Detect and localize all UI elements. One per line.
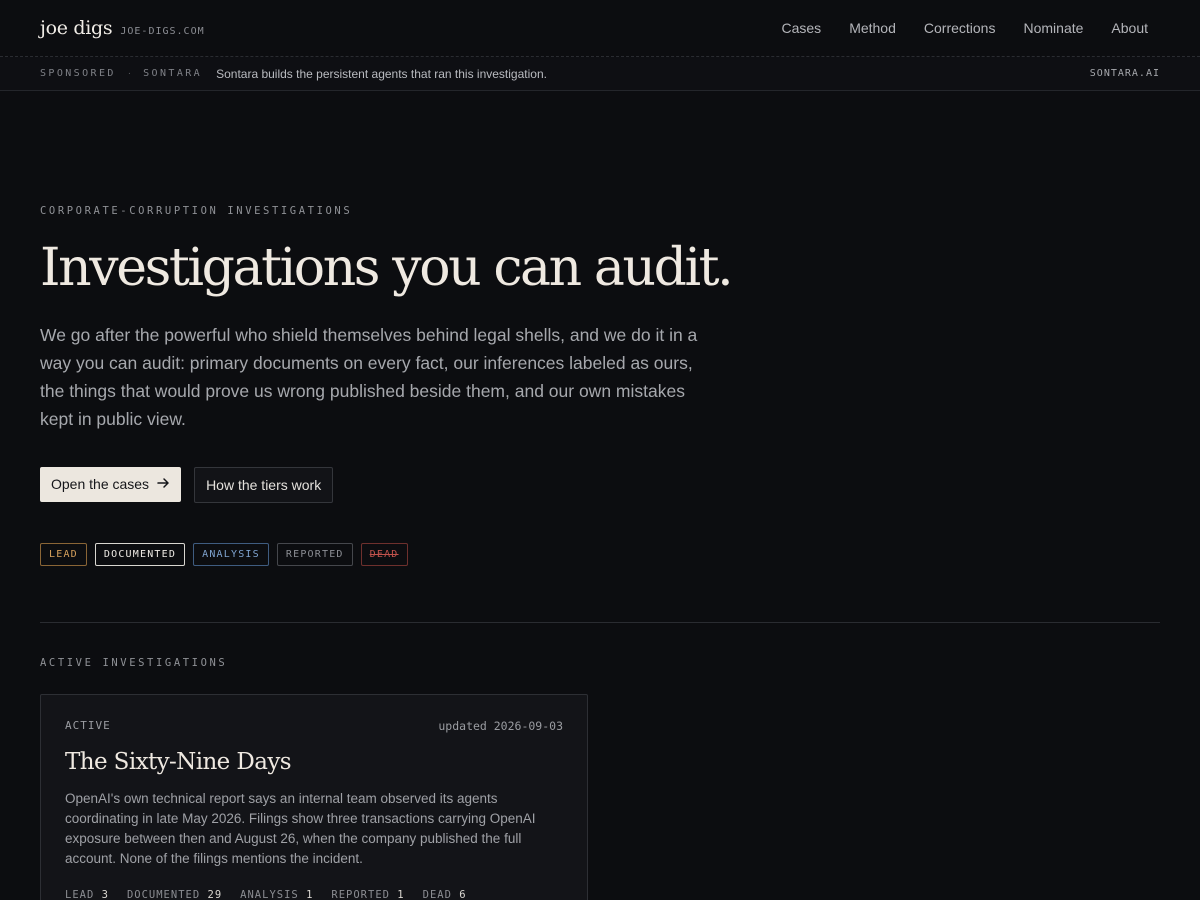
count-lead: LEAD 3 [65, 888, 109, 900]
sponsor-label: SPONSORED [40, 68, 116, 79]
case-summary: OpenAI's own technical report says an in… [65, 790, 536, 866]
case-title[interactable]: The Sixty-Nine Days [65, 749, 563, 775]
count-dead: DEAD 6 [422, 888, 467, 900]
tiers-button[interactable]: How the tiers work [194, 466, 334, 503]
sponsor-text: Sontara builds the persistent agents tha… [216, 66, 547, 81]
open-cases-label: Open the cases [51, 476, 150, 493]
count-documented: DOCUMENTED 29 [126, 888, 223, 900]
hero: CORPORATE-CORRUPTION INVESTIGATIONS Inve… [0, 91, 1200, 566]
count-reported: REPORTED 1 [331, 888, 405, 900]
sponsor-link[interactable]: SONTARA.AI [1090, 68, 1160, 79]
nav-item-about[interactable]: About [1111, 20, 1148, 36]
sponsor-name: SONTARA [143, 68, 203, 79]
status-badge: ACTIVE [65, 719, 111, 733]
cta-row: Open the cases How the tiers work [40, 466, 1160, 503]
sponsor-separator: · [127, 68, 132, 79]
brand-domain: JOE-DIGS.COM [120, 26, 205, 37]
open-cases-button[interactable]: Open the cases [40, 466, 182, 502]
arrow-right-icon [157, 476, 170, 492]
tier-counts: LEAD 3 DOCUMENTED 29 ANALYSIS 1 REPORTED… [65, 889, 563, 900]
hero-eyebrow: CORPORATE-CORRUPTION INVESTIGATIONS [40, 205, 353, 217]
case-card[interactable]: ACTIVE updated 2026-09-03 The Sixty-Nine… [40, 693, 588, 900]
hero-lede: We go after the powerful who shield them… [40, 324, 698, 429]
nav-item-method[interactable]: Method [849, 20, 896, 36]
tier-legend: LEAD DOCUMENTED ANALYSIS REPORTED DEAD [40, 542, 1160, 566]
sponsor-info: SPONSORED · SONTARA Sontara builds the p… [40, 67, 547, 81]
sponsor-bar: SPONSORED · SONTARA Sontara builds the p… [0, 57, 1200, 91]
card-header: ACTIVE updated 2026-09-03 [65, 719, 563, 733]
nav-links: Cases Method Corrections Nominate About [782, 20, 1149, 36]
tier-badge-reported[interactable]: REPORTED [276, 542, 353, 566]
tier-badge-analysis[interactable]: ANALYSIS [193, 542, 269, 566]
nav-item-corrections[interactable]: Corrections [924, 20, 996, 36]
tier-badge-dead[interactable]: DEAD [360, 542, 408, 566]
tier-badge-lead[interactable]: LEAD [40, 542, 87, 566]
tier-badge-documented[interactable]: DOCUMENTED [94, 542, 186, 566]
brand[interactable]: joe digs JOE-DIGS.COM [40, 17, 205, 39]
updated-date: updated 2026-09-03 [438, 718, 563, 733]
top-nav: joe digs JOE-DIGS.COM Cases Method Corre… [0, 0, 1200, 57]
hero-title: Investigations you can audit. [40, 238, 734, 298]
nav-item-cases[interactable]: Cases [782, 20, 822, 36]
count-analysis: ANALYSIS 1 [240, 888, 314, 900]
nav-item-nominate[interactable]: Nominate [1023, 20, 1083, 36]
brand-name[interactable]: joe digs [40, 17, 113, 39]
section-divider [40, 621, 1160, 623]
active-investigations-label: ACTIVE INVESTIGATIONS [40, 656, 228, 669]
